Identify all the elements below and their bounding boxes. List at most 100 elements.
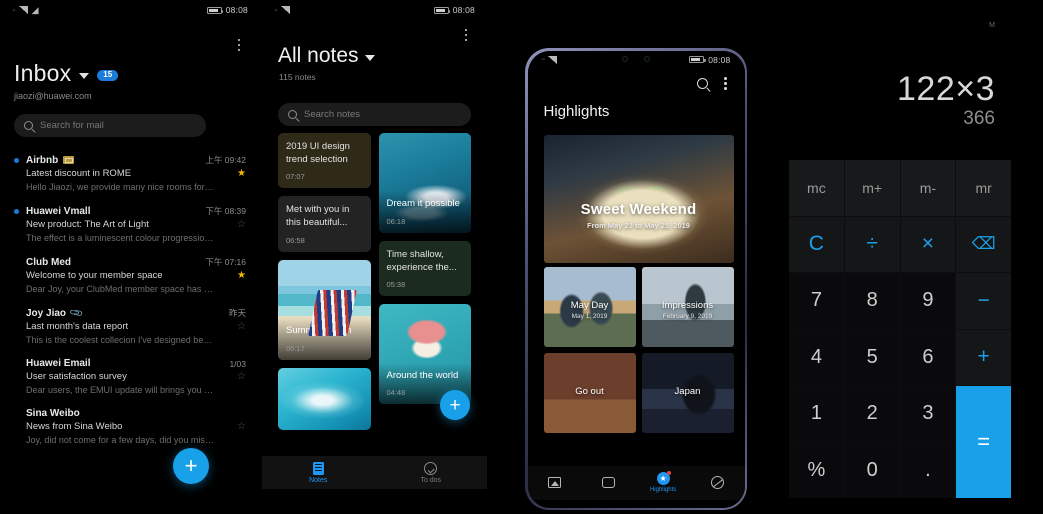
mail-sender: Club Med [26, 256, 71, 268]
calc-key-0[interactable]: 0 [844, 442, 900, 498]
note-card[interactable]: 2019 UI design trend selection 07:07 [278, 133, 371, 189]
notes-count-label: 115 notes [279, 72, 316, 82]
mail-search-input[interactable]: Search for mail [14, 114, 206, 137]
calc-key-9[interactable]: 9 [900, 273, 956, 329]
tab-discover[interactable] [690, 476, 744, 489]
phone-mockup: ·· 08:08 Highlights Sweet Weekend From M… [525, 48, 747, 510]
highlight-card[interactable]: Go out [543, 352, 636, 433]
calc-key-⌫[interactable]: ⌫ [956, 216, 1011, 272]
chevron-down-icon[interactable] [364, 55, 375, 61]
calc-key-×[interactable]: × [900, 216, 956, 272]
signal-dots-icon: ·· [541, 56, 546, 63]
unread-dot [14, 157, 19, 163]
calc-key-m+[interactable]: m+ [844, 160, 900, 216]
mail-list-item[interactable]: Huawei Email 1/03 User satisfaction survey… [0, 352, 260, 402]
mail-list-item[interactable]: Club Med 下午 07:16 Welcome to your member s… [0, 250, 260, 301]
status-right-group: 08:08 [206, 5, 248, 15]
memory-indicator: M [989, 22, 995, 29]
mail-subject: Welcome to your member space [26, 270, 163, 281]
note-card[interactable]: Time shallow, experience the... 05:38 [378, 241, 471, 297]
highlight-hero-card[interactable]: Sweet Weekend From May 23 to May 25, 201… [543, 134, 734, 263]
attachment-icon: 📎 [68, 305, 84, 320]
notes-icon [312, 461, 324, 475]
notes-more-options-icon[interactable] [459, 26, 473, 44]
calc-key-÷[interactable]: ÷ [844, 216, 900, 272]
calc-key-−[interactable]: − [956, 273, 1011, 329]
mail-list-item[interactable]: Huawei Vmall 下午 08:39 New product: The Art… [0, 199, 260, 250]
email-header: Inbox 15 jiaozi@huawei.com [14, 60, 119, 101]
tab-highlights[interactable]: ★ Highlights [636, 471, 690, 493]
calc-key-.[interactable]: . [900, 442, 956, 498]
calc-key-7[interactable]: 7 [789, 273, 844, 329]
highlights-grid: May Day May 1, 2019 Impressions February 9,… [543, 266, 734, 433]
tab-albums[interactable] [582, 477, 636, 488]
status-signal-group: ·· ◢ [12, 5, 39, 16]
mail-preview: Joy, did not come for a few days, did yo… [26, 435, 214, 445]
calc-key-mr[interactable]: mr [956, 160, 1011, 216]
calc-key-1[interactable]: 1 [789, 386, 844, 442]
note-card[interactable]: Dream it possible 06:18 [378, 133, 471, 233]
mail-list-item[interactable]: Airbnb 上午 09:42 Latest discount in ROME ★ He… [0, 148, 260, 199]
highlight-card[interactable]: May Day May 1, 2019 [543, 266, 636, 347]
mail-subject: Last month's data report [26, 321, 129, 332]
note-card[interactable]: Met with you in this beautiful... 06:58 [278, 196, 371, 252]
gallery-tab-bar: ★ Highlights [527, 465, 745, 500]
star-icon[interactable]: ★ [237, 270, 246, 281]
status-signal-group: ·· [541, 55, 558, 64]
mail-subject: New product: The Art of Light [26, 219, 149, 230]
notes-search-input[interactable]: Search notes [278, 103, 471, 126]
highlight-card[interactable]: Japan [641, 352, 734, 433]
compose-mail-button[interactable]: + [173, 448, 209, 484]
email-more-options-icon[interactable] [232, 36, 246, 54]
note-card[interactable] [278, 367, 371, 430]
star-icon[interactable]: ☆ [237, 421, 246, 432]
unread-dot [14, 361, 19, 366]
note-title: Around the world [386, 369, 459, 381]
calc-key-8[interactable]: 8 [844, 273, 900, 329]
search-icon[interactable] [696, 78, 708, 89]
mail-search-placeholder: Search for mail [40, 120, 104, 131]
unread-dot [14, 411, 19, 416]
search-icon [288, 110, 297, 119]
mail-list-item[interactable]: Joy Jiao 📎 昨天 Last month's data report ☆ This… [0, 301, 260, 352]
notification-dot [666, 471, 671, 475]
tab-photos[interactable] [528, 477, 582, 488]
page-title: Inbox [14, 60, 72, 86]
calc-key-2[interactable]: 2 [844, 386, 900, 442]
page-title: Highlights [543, 102, 610, 120]
calc-key-mc[interactable]: mc [789, 160, 844, 216]
new-note-button[interactable]: + [440, 390, 470, 420]
chevron-down-icon[interactable] [79, 72, 90, 79]
calc-key-C[interactable]: C [789, 216, 844, 272]
star-icon[interactable]: ☆ [237, 321, 246, 332]
star-icon[interactable]: ☆ [237, 371, 246, 382]
calc-key-4[interactable]: 4 [789, 329, 844, 385]
star-icon[interactable]: ☆ [237, 219, 246, 230]
battery-icon [433, 6, 451, 14]
note-title: 2019 UI design trend selection [286, 141, 350, 165]
mail-list-item[interactable]: Sina Weibo News from Sina Weibo ☆ Joy, did … [0, 402, 260, 452]
calc-key-m-[interactable]: m- [900, 160, 956, 216]
note-card[interactable]: Summer Beach 05:17 [278, 259, 371, 360]
email-status-bar: ·· ◢ 08:08 [0, 0, 260, 20]
notes-app-panel: ·· 08:08 All notes 115 notes Search note… [262, 0, 487, 514]
calc-key-%[interactable]: % [789, 442, 844, 498]
highlight-card[interactable]: Impressions February 9, 2019 [641, 266, 734, 347]
albums-icon [602, 477, 616, 488]
tab-notes[interactable]: Notes [262, 461, 375, 484]
unread-dot [14, 260, 19, 265]
signal-bars-icon [548, 55, 558, 64]
search-icon [24, 121, 33, 130]
calc-key-5[interactable]: 5 [844, 329, 900, 385]
tab-todos[interactable]: To dos [375, 461, 488, 484]
calc-key-+[interactable]: + [956, 329, 1011, 385]
calc-key-3[interactable]: 3 [900, 386, 956, 442]
star-icon[interactable]: ★ [237, 168, 246, 179]
page-title: All notes [278, 44, 359, 67]
calc-key-=[interactable]: = [956, 386, 1011, 498]
battery-icon [689, 56, 706, 63]
calc-key-6[interactable]: 6 [900, 329, 956, 385]
gallery-more-options-icon[interactable] [719, 75, 733, 93]
gallery-app-screen: ·· 08:08 Highlights Sweet Weekend From M… [527, 50, 745, 508]
mail-subject: User satisfaction survey [26, 371, 127, 382]
